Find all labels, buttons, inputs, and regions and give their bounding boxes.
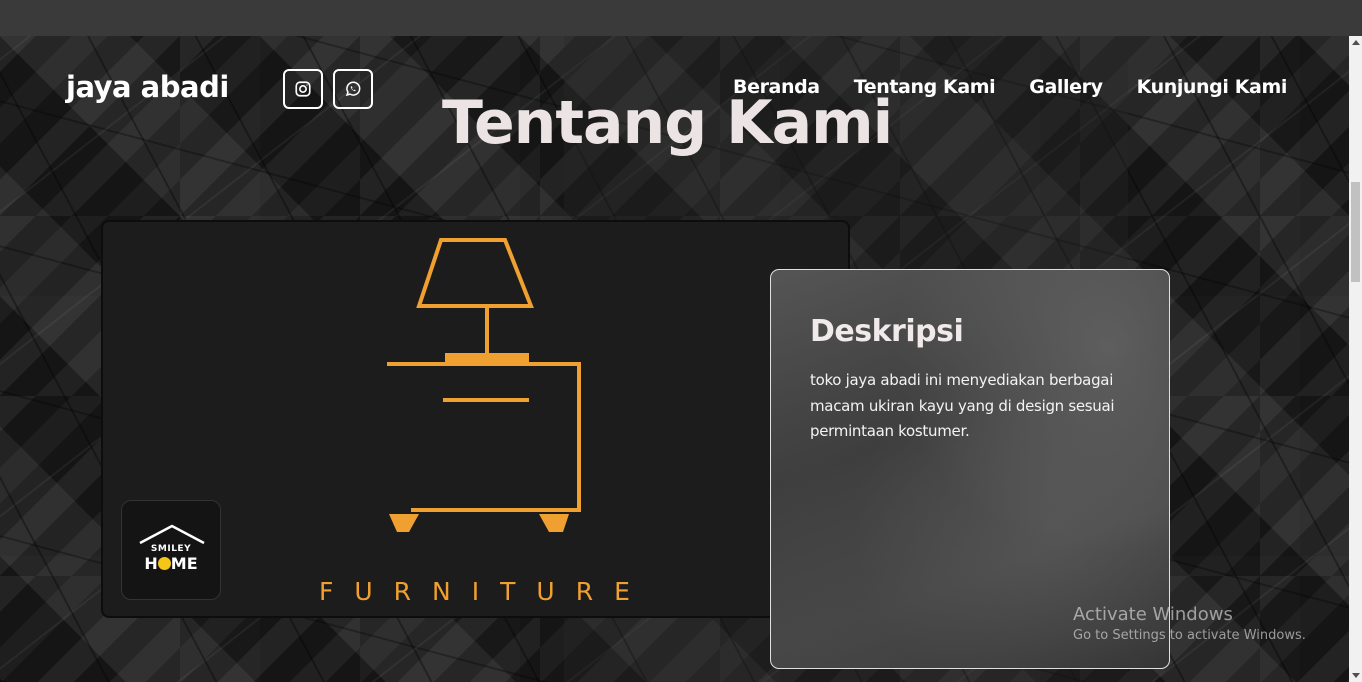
watermark-line-2: Go to Settings to activate Windows. (1073, 628, 1306, 643)
whatsapp-button[interactable] (333, 69, 373, 109)
description-title: Deskripsi (810, 314, 964, 349)
page-title: Tentang Kami (442, 88, 893, 158)
logo-text-home: H ME (122, 554, 220, 573)
house-roof-icon (139, 524, 205, 545)
smiley-face-icon (157, 557, 171, 570)
windows-activation-watermark: Activate Windows Go to Settings to activ… (1073, 604, 1306, 643)
logo-letter-h: H (144, 554, 158, 573)
brand-logo[interactable]: jaya abadi (66, 70, 229, 104)
smiley-home-logo: SMILEY H ME (121, 500, 221, 600)
whatsapp-icon (345, 81, 361, 97)
scroll-down-arrow-icon[interactable] (1352, 673, 1360, 678)
about-section: jaya abadi Beranda Tentang Kami Gallery … (0, 36, 1349, 682)
page-scrollbar[interactable] (1349, 36, 1362, 682)
browser-top-bar (0, 0, 1362, 36)
instagram-icon (295, 81, 311, 97)
logo-text-smiley: SMILEY (150, 544, 192, 554)
nav-gallery[interactable]: Gallery (1029, 76, 1103, 98)
logo-letters-me: ME (170, 554, 198, 573)
description-text: toko jaya abadi ini menyediakan berbagai… (810, 371, 1115, 440)
furniture-image-card: FURNITURE SMILEY H ME (101, 220, 850, 618)
furniture-label: FURNITURE (319, 577, 651, 606)
scroll-up-arrow-icon[interactable] (1352, 40, 1360, 45)
watermark-line-1: Activate Windows (1073, 604, 1233, 625)
scroll-thumb[interactable] (1351, 182, 1360, 282)
instagram-button[interactable] (283, 69, 323, 109)
lamp-cabinet-illustration (387, 238, 581, 532)
nav-kunjungi-kami[interactable]: Kunjungi Kami (1137, 76, 1288, 98)
